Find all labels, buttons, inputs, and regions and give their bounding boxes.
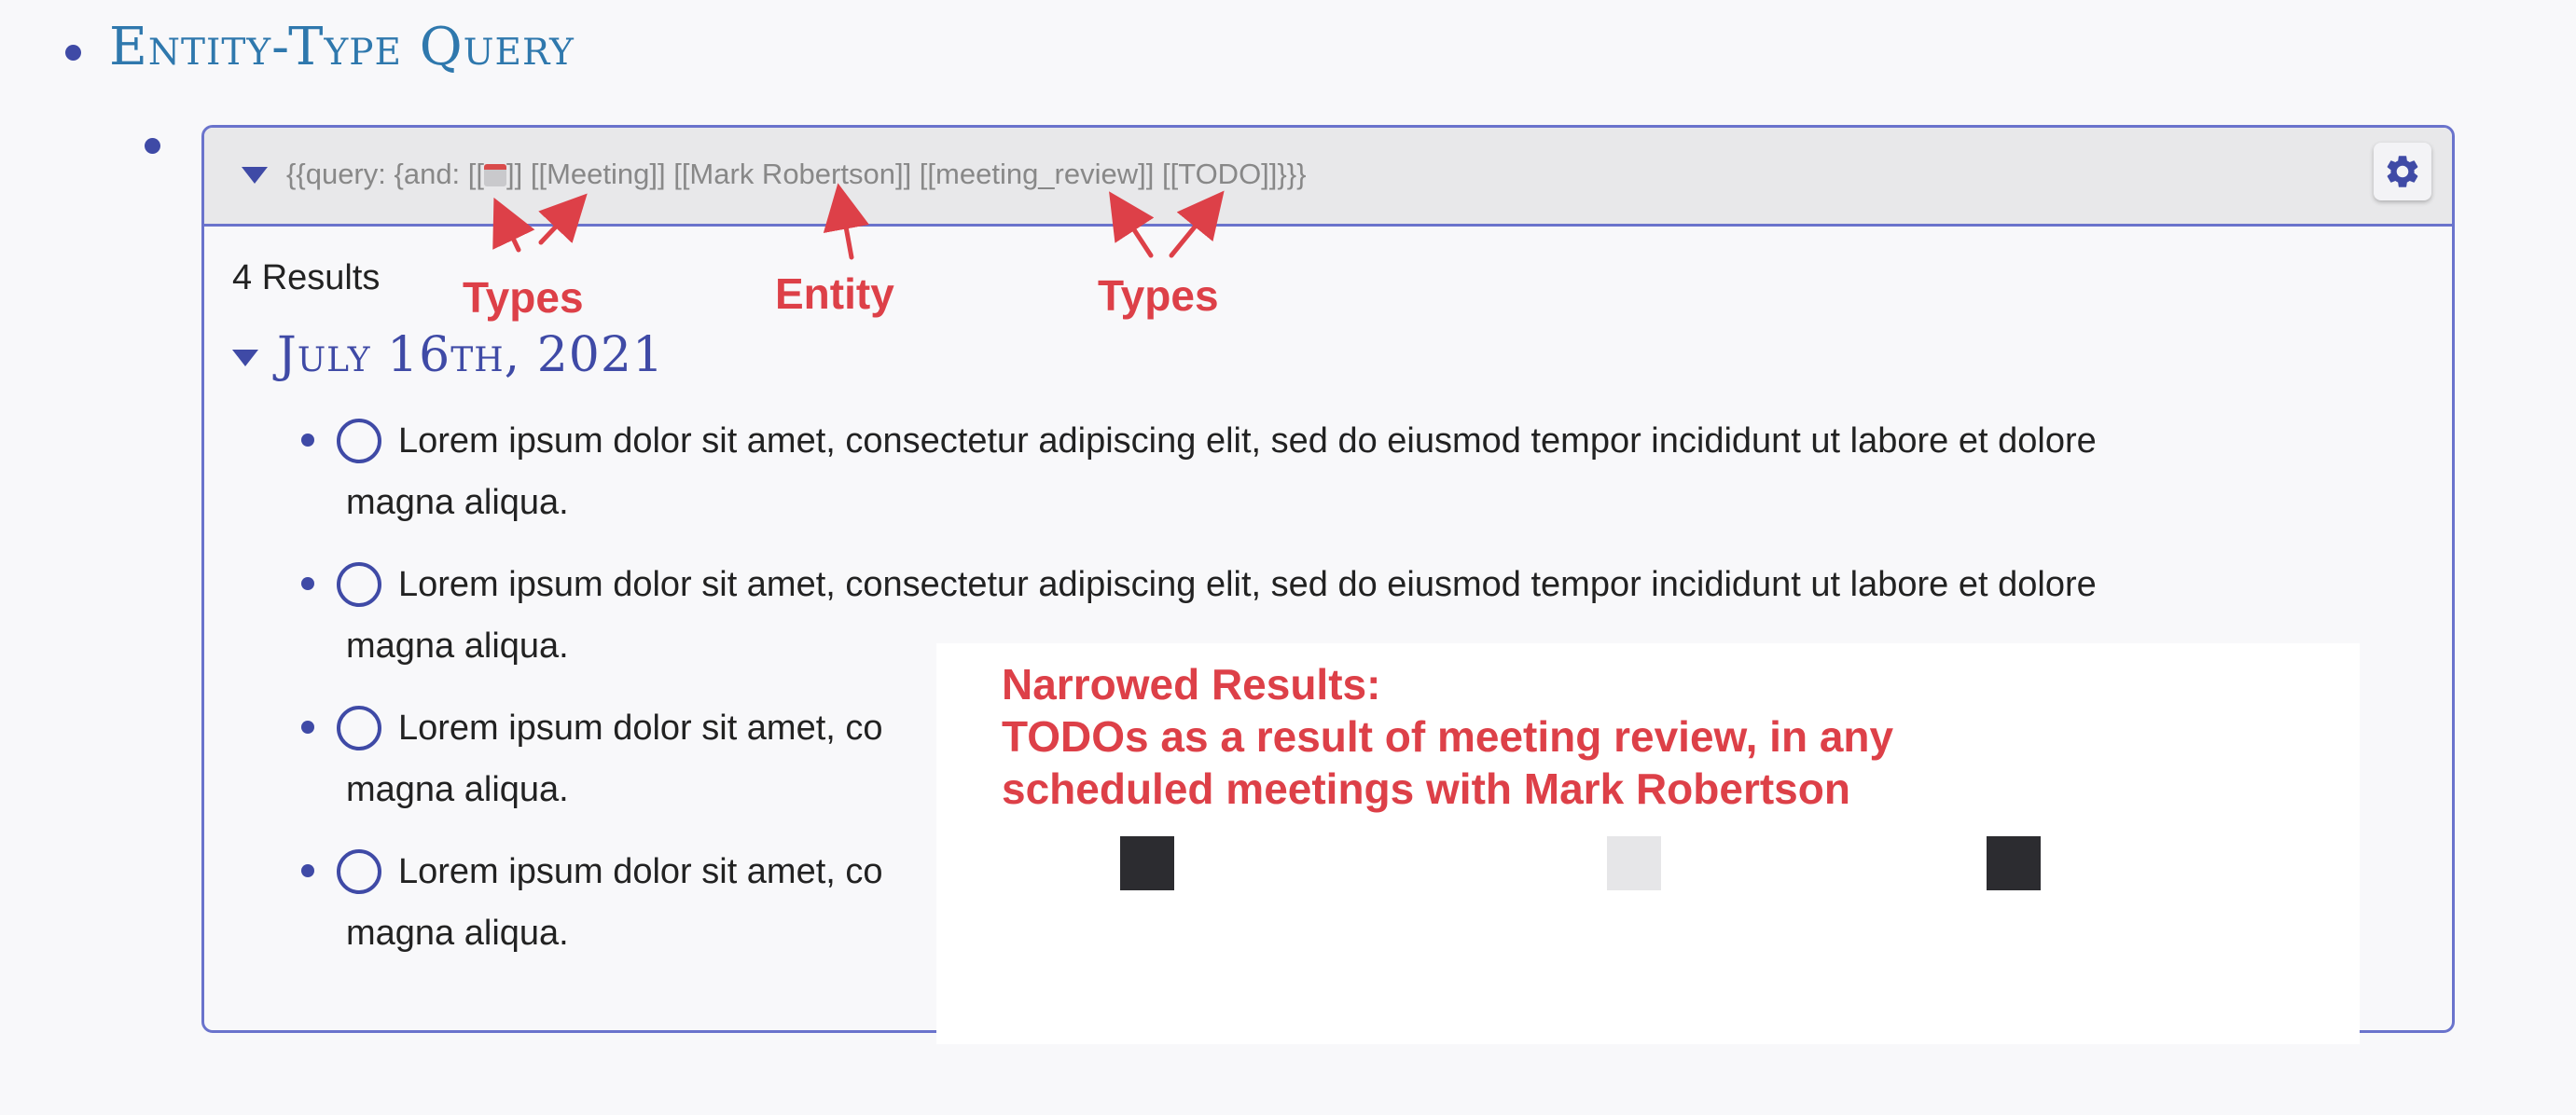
item-bullet[interactable] xyxy=(301,721,314,734)
query-prefix: {{query: {and: [[ xyxy=(286,158,485,190)
list-item-text-continued[interactable]: magna aliqua. xyxy=(346,626,569,667)
annotation-narrowed-title: Narrowed Results: xyxy=(1002,660,1381,709)
query-suffix: ]] [[Meeting]] [[Mark Robertson]] [[meet… xyxy=(506,158,1307,190)
gear-icon xyxy=(2387,156,2418,187)
collapse-triangle-icon[interactable] xyxy=(242,167,268,184)
item-bullet[interactable] xyxy=(301,577,314,590)
date-collapse-triangle-icon[interactable] xyxy=(232,350,258,366)
item-bullet[interactable] xyxy=(301,864,314,877)
query-header[interactable]: {{query: {and: [[ ]] [[Meeting]] [[Mark R… xyxy=(204,128,2452,227)
list-item-text[interactable]: Lorem ipsum dolor sit amet, co xyxy=(398,709,883,749)
date-heading[interactable]: July 16th, 2021 xyxy=(277,327,664,383)
calendar-icon xyxy=(484,164,507,186)
todo-checkbox[interactable] xyxy=(337,706,381,750)
list-item-text[interactable]: Lorem ipsum dolor sit amet, consectetur … xyxy=(398,421,2097,461)
list-item-text[interactable]: Lorem ipsum dolor sit amet, consectetur … xyxy=(398,565,2097,605)
todo-checkbox[interactable] xyxy=(337,849,381,894)
redaction-square xyxy=(1987,836,2041,890)
list-item-text-continued[interactable]: magna aliqua. xyxy=(346,770,569,810)
results-count: 4 Results xyxy=(232,258,381,297)
redaction-square xyxy=(1120,836,1174,890)
annotation-narrowed-line1: TODOs as a result of meeting review, in … xyxy=(1002,712,1894,761)
list-item-text-continued[interactable]: magna aliqua. xyxy=(346,914,569,954)
query-text[interactable]: {{query: {and: [[ ]] [[Meeting]] [[Mark R… xyxy=(286,158,1306,191)
page: Entity-Type Query {{query: {and: [[ ]] [[… xyxy=(0,0,2576,1115)
list-item-text[interactable]: Lorem ipsum dolor sit amet, co xyxy=(398,852,883,892)
todo-checkbox[interactable] xyxy=(337,562,381,607)
page-title: Entity-Type Query xyxy=(109,17,575,77)
redaction-square xyxy=(1607,836,1661,890)
annotation-narrowed-line2: scheduled meetings with Mark Robertson xyxy=(1002,764,1850,813)
annotation-types-left: Types xyxy=(463,273,584,322)
todo-checkbox[interactable] xyxy=(337,419,381,463)
bullet[interactable] xyxy=(65,45,81,61)
list-item-text-continued[interactable]: magna aliqua. xyxy=(346,483,569,523)
annotation-types-right: Types xyxy=(1098,271,1219,320)
settings-button[interactable] xyxy=(2374,143,2431,200)
item-bullet[interactable] xyxy=(301,434,314,447)
bullet[interactable] xyxy=(145,138,160,154)
annotation-entity: Entity xyxy=(775,269,894,318)
